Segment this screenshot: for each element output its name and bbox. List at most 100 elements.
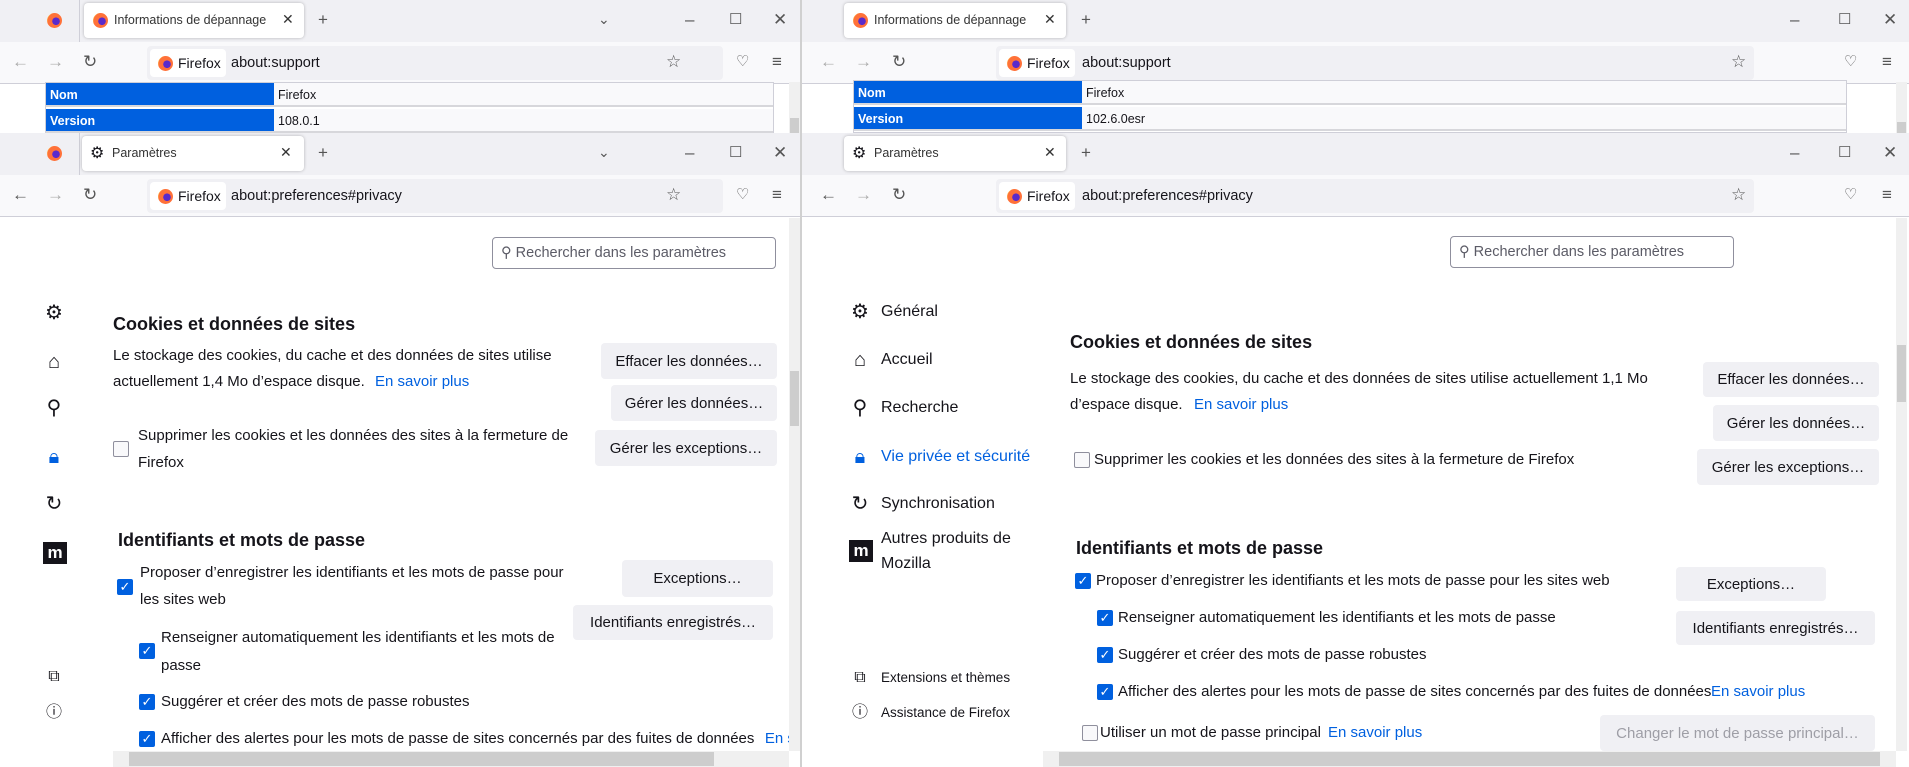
minimize-icon[interactable]: – — [1790, 143, 1799, 163]
new-tab-icon[interactable]: + — [1081, 143, 1091, 163]
vertical-scrollbar[interactable] — [1896, 218, 1907, 751]
autofill-checkbox[interactable]: ✓ — [1097, 610, 1113, 626]
tab-support[interactable]: Informations de dépannage ✕ — [84, 3, 304, 38]
tab-preferences[interactable]: ⚙ Paramètres ✕ — [82, 136, 304, 171]
delete-on-close-checkbox[interactable] — [113, 441, 129, 457]
firefox-icon[interactable] — [47, 146, 62, 161]
url-bar[interactable]: Firefox about:preferences#privacy ☆ — [147, 179, 723, 213]
maximize-icon[interactable]: ☐ — [729, 10, 742, 30]
url-text[interactable]: about:preferences#privacy — [1082, 188, 1253, 204]
reload-icon[interactable]: ↻ — [83, 52, 97, 72]
url-bar[interactable]: Firefox about:support ☆ — [996, 46, 1754, 80]
url-text[interactable]: about:support — [1082, 55, 1171, 71]
pocket-icon[interactable]: ♡ — [1844, 52, 1857, 72]
breach-alerts-checkbox[interactable]: ✓ — [1097, 684, 1113, 700]
search-input[interactable]: ⚲ Rechercher dans les paramètres — [1450, 236, 1734, 268]
close-tab-icon[interactable]: ✕ — [282, 11, 294, 28]
horizontal-scrollbar[interactable] — [1043, 751, 1896, 767]
forward-icon[interactable]: → — [47, 185, 64, 205]
back-icon[interactable]: ← — [12, 185, 29, 205]
breach-alerts-learn-more-link[interactable]: En savoir plus — [1711, 683, 1805, 701]
firefox-icon[interactable] — [47, 13, 62, 28]
minimize-icon[interactable]: – — [685, 10, 694, 30]
vertical-scrollbar[interactable] — [789, 82, 800, 133]
menu-icon[interactable]: ≡ — [772, 185, 782, 205]
sidebar-extensions-icon[interactable]: ⧉ — [42, 666, 66, 688]
close-tab-icon[interactable]: ✕ — [1044, 144, 1056, 161]
url-text[interactable]: about:support — [231, 55, 320, 71]
tab-preferences[interactable]: ⚙ Paramètres ✕ — [844, 136, 1066, 171]
bookmark-star-icon[interactable]: ☆ — [666, 185, 681, 205]
manage-exceptions-button[interactable]: Gérer les exceptions… — [1697, 449, 1879, 485]
autofill-checkbox[interactable]: ✓ — [139, 643, 155, 659]
identity-chip[interactable]: Firefox — [999, 182, 1075, 210]
minimize-icon[interactable]: – — [685, 143, 694, 163]
clear-data-button[interactable]: Effacer les données… — [1703, 362, 1879, 397]
suggest-passwords-checkbox[interactable]: ✓ — [1097, 647, 1113, 663]
identity-chip[interactable]: Firefox — [999, 49, 1075, 77]
pocket-icon[interactable]: ♡ — [736, 52, 749, 72]
breach-alerts-learn-more-link[interactable]: En savoir plus — [765, 730, 789, 747]
manage-exceptions-button[interactable]: Gérer les exceptions… — [595, 430, 777, 466]
close-tab-icon[interactable]: ✕ — [1044, 11, 1056, 28]
manage-data-button[interactable]: Gérer les données… — [611, 385, 777, 421]
logins-exceptions-button[interactable]: Exceptions… — [622, 560, 773, 597]
reload-icon[interactable]: ↻ — [892, 52, 906, 72]
suggest-passwords-checkbox[interactable]: ✓ — [139, 694, 155, 710]
minimize-icon[interactable]: – — [1790, 10, 1799, 30]
forward-icon[interactable]: → — [855, 52, 872, 72]
url-bar[interactable]: Firefox about:support ☆ — [147, 46, 723, 80]
sidebar-help-icon[interactable]: ⓘ — [42, 702, 66, 724]
sidebar-sync-icon[interactable]: ↻ — [42, 493, 66, 515]
saved-logins-button[interactable]: Identifiants enregistrés… — [1676, 611, 1875, 645]
tab-support[interactable]: Informations de dépannage ✕ — [844, 3, 1066, 38]
sidebar-general-gear-icon[interactable]: ⚙ — [42, 302, 66, 324]
maximize-icon[interactable]: ☐ — [1838, 143, 1851, 163]
menu-icon[interactable]: ≡ — [1882, 185, 1892, 205]
sidebar-mozilla-icon[interactable]: m — [43, 542, 67, 564]
manage-data-button[interactable]: Gérer les données… — [1713, 405, 1879, 441]
vertical-scrollbar[interactable] — [1896, 82, 1907, 133]
delete-on-close-checkbox[interactable] — [1074, 452, 1090, 468]
url-bar[interactable]: Firefox about:preferences#privacy ☆ — [996, 179, 1754, 213]
close-window-icon[interactable]: ✕ — [1883, 143, 1897, 163]
saved-logins-button[interactable]: Identifiants enregistrés… — [573, 605, 773, 640]
primary-password-learn-more-link[interactable]: En savoir plus — [1328, 724, 1422, 742]
url-text[interactable]: about:preferences#privacy — [231, 188, 402, 204]
pocket-icon[interactable]: ♡ — [1844, 185, 1857, 205]
vertical-scrollbar[interactable] — [789, 218, 800, 751]
identity-chip[interactable]: Firefox — [150, 49, 226, 77]
search-input[interactable]: ⚲ Rechercher dans les paramètres — [492, 237, 776, 269]
back-icon[interactable]: ← — [820, 52, 837, 72]
forward-icon[interactable]: → — [47, 52, 64, 72]
sidebar-search-icon[interactable]: ⚲ — [42, 397, 66, 419]
offer-save-checkbox[interactable]: ✓ — [1075, 573, 1091, 589]
pocket-icon[interactable]: ♡ — [736, 185, 749, 205]
cookies-learn-more-link[interactable]: En savoir plus — [375, 373, 469, 391]
logins-exceptions-button[interactable]: Exceptions… — [1676, 567, 1826, 601]
maximize-icon[interactable]: ☐ — [1838, 10, 1851, 30]
horizontal-scrollbar[interactable] — [113, 751, 789, 767]
identity-chip[interactable]: Firefox — [150, 182, 226, 210]
new-tab-icon[interactable]: + — [1081, 10, 1091, 30]
bookmark-star-icon[interactable]: ☆ — [1731, 52, 1746, 72]
sidebar-home-icon[interactable]: ⌂ — [42, 351, 66, 373]
primary-password-checkbox[interactable] — [1082, 725, 1098, 741]
offer-save-checkbox[interactable]: ✓ — [117, 579, 133, 595]
new-tab-icon[interactable]: + — [318, 10, 328, 30]
maximize-icon[interactable]: ☐ — [729, 143, 742, 163]
close-window-icon[interactable]: ✕ — [773, 10, 787, 30]
back-icon[interactable]: ← — [820, 185, 837, 205]
menu-icon[interactable]: ≡ — [1882, 52, 1892, 72]
cookies-learn-more-link[interactable]: En savoir plus — [1194, 396, 1288, 414]
reload-icon[interactable]: ↻ — [892, 185, 906, 205]
chevron-down-icon[interactable]: ⌄ — [598, 142, 610, 162]
back-icon[interactable]: ← — [12, 52, 29, 72]
close-window-icon[interactable]: ✕ — [773, 143, 787, 163]
new-tab-icon[interactable]: + — [318, 143, 328, 163]
forward-icon[interactable]: → — [855, 185, 872, 205]
menu-icon[interactable]: ≡ — [772, 52, 782, 72]
chevron-down-icon[interactable]: ⌄ — [598, 9, 610, 29]
reload-icon[interactable]: ↻ — [83, 185, 97, 205]
clear-data-button[interactable]: Effacer les données… — [601, 343, 777, 379]
